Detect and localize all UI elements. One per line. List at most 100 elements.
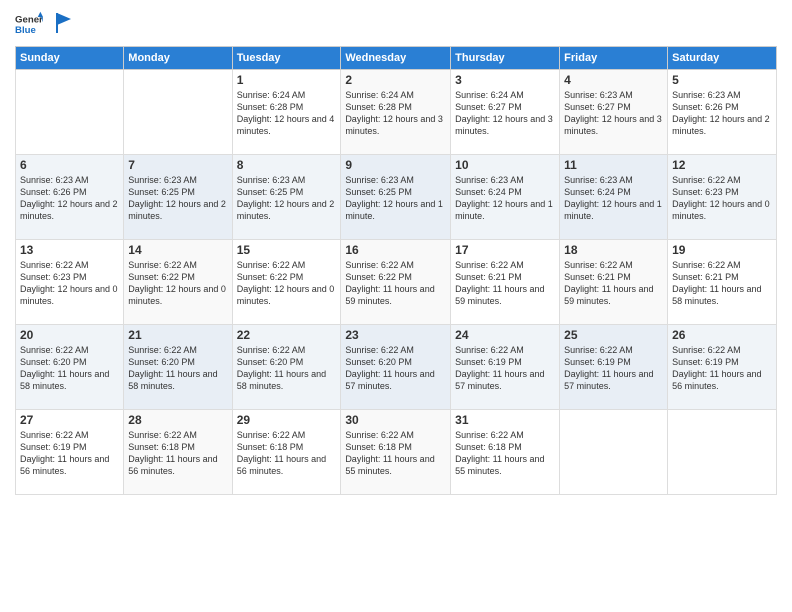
weekday-header-sunday: Sunday bbox=[16, 47, 124, 70]
logo-flag-icon bbox=[55, 11, 73, 33]
day-number: 1 bbox=[237, 73, 337, 87]
day-number: 29 bbox=[237, 413, 337, 427]
day-number: 13 bbox=[20, 243, 119, 257]
day-info: Sunrise: 6:23 AM Sunset: 6:24 PM Dayligh… bbox=[455, 174, 555, 223]
calendar-cell: 11 Sunrise: 6:23 AM Sunset: 6:24 PM Dayli… bbox=[560, 155, 668, 240]
calendar-cell bbox=[124, 70, 232, 155]
day-info: Sunrise: 6:22 AM Sunset: 6:23 PM Dayligh… bbox=[20, 259, 119, 308]
calendar-cell: 18Sunrise: 6:22 AM Sunset: 6:21 PM Dayli… bbox=[560, 240, 668, 325]
calendar-cell: 24Sunrise: 6:22 AM Sunset: 6:19 PM Dayli… bbox=[451, 325, 560, 410]
calendar-cell: 7 Sunrise: 6:23 AM Sunset: 6:25 PM Daylig… bbox=[124, 155, 232, 240]
day-info: Sunrise: 6:22 AM Sunset: 6:18 PM Dayligh… bbox=[237, 429, 337, 478]
day-info: Sunrise: 6:22 AM Sunset: 6:19 PM Dayligh… bbox=[564, 344, 663, 393]
day-info: Sunrise: 6:22 AM Sunset: 6:21 PM Dayligh… bbox=[455, 259, 555, 308]
calendar-cell: 30 Sunrise: 6:22 AM Sunset: 6:18 PM Dayli… bbox=[341, 410, 451, 495]
day-number: 19 bbox=[672, 243, 772, 257]
day-number: 9 bbox=[345, 158, 446, 172]
day-info: Sunrise: 6:22 AM Sunset: 6:18 PM Dayligh… bbox=[128, 429, 227, 478]
day-info: Sunrise: 6:22 AM Sunset: 6:19 PM Dayligh… bbox=[672, 344, 772, 393]
day-number: 18 bbox=[564, 243, 663, 257]
day-info: Sunrise: 6:22 AM Sunset: 6:20 PM Dayligh… bbox=[128, 344, 227, 393]
calendar-cell: 6Sunrise: 6:23 AM Sunset: 6:26 PM Daylig… bbox=[16, 155, 124, 240]
day-info: Sunrise: 6:22 AM Sunset: 6:21 PM Dayligh… bbox=[672, 259, 772, 308]
calendar-page: General Blue SundayMondayTuesdayWednesda… bbox=[0, 0, 792, 612]
day-info: Sunrise: 6:22 AM Sunset: 6:20 PM Dayligh… bbox=[237, 344, 337, 393]
day-number: 26 bbox=[672, 328, 772, 342]
weekday-header-wednesday: Wednesday bbox=[341, 47, 451, 70]
calendar-cell: 28 Sunrise: 6:22 AM Sunset: 6:18 PM Dayli… bbox=[124, 410, 232, 495]
day-number: 15 bbox=[237, 243, 337, 257]
day-number: 6 bbox=[20, 158, 119, 172]
day-number: 30 bbox=[345, 413, 446, 427]
day-number: 8 bbox=[237, 158, 337, 172]
day-info: Sunrise: 6:22 AM Sunset: 6:18 PM Dayligh… bbox=[455, 429, 555, 478]
day-number: 11 bbox=[564, 158, 663, 172]
calendar-week-row: 13 Sunrise: 6:22 AM Sunset: 6:23 PM Dayli… bbox=[16, 240, 777, 325]
day-info: Sunrise: 6:22 AM Sunset: 6:22 PM Dayligh… bbox=[128, 259, 227, 308]
calendar-cell: 13 Sunrise: 6:22 AM Sunset: 6:23 PM Dayli… bbox=[16, 240, 124, 325]
day-number: 3 bbox=[455, 73, 555, 87]
calendar-cell: 1 Sunrise: 6:24 AM Sunset: 6:28 PM Daylig… bbox=[232, 70, 341, 155]
day-info: Sunrise: 6:24 AM Sunset: 6:28 PM Dayligh… bbox=[345, 89, 446, 138]
calendar-cell bbox=[560, 410, 668, 495]
day-info: Sunrise: 6:23 AM Sunset: 6:24 PM Dayligh… bbox=[564, 174, 663, 223]
day-number: 12 bbox=[672, 158, 772, 172]
calendar-cell: 16Sunrise: 6:22 AM Sunset: 6:22 PM Dayli… bbox=[341, 240, 451, 325]
day-number: 10 bbox=[455, 158, 555, 172]
day-info: Sunrise: 6:23 AM Sunset: 6:25 PM Dayligh… bbox=[345, 174, 446, 223]
calendar-cell: 21 Sunrise: 6:22 AM Sunset: 6:20 PM Dayli… bbox=[124, 325, 232, 410]
calendar-table: SundayMondayTuesdayWednesdayThursdayFrid… bbox=[15, 46, 777, 495]
calendar-cell bbox=[668, 410, 777, 495]
calendar-cell: 12 Sunrise: 6:22 AM Sunset: 6:23 PM Dayli… bbox=[668, 155, 777, 240]
day-info: Sunrise: 6:22 AM Sunset: 6:18 PM Dayligh… bbox=[345, 429, 446, 478]
weekday-header-monday: Monday bbox=[124, 47, 232, 70]
day-number: 27 bbox=[20, 413, 119, 427]
day-number: 31 bbox=[455, 413, 555, 427]
weekday-header-thursday: Thursday bbox=[451, 47, 560, 70]
weekday-header-row: SundayMondayTuesdayWednesdayThursdayFrid… bbox=[16, 47, 777, 70]
logo: General Blue bbox=[15, 10, 73, 38]
logo-icon: General Blue bbox=[15, 10, 43, 38]
header: General Blue bbox=[15, 10, 777, 38]
day-info: Sunrise: 6:23 AM Sunset: 6:25 PM Dayligh… bbox=[128, 174, 227, 223]
calendar-cell: 31 Sunrise: 6:22 AM Sunset: 6:18 PM Dayli… bbox=[451, 410, 560, 495]
calendar-cell: 10 Sunrise: 6:23 AM Sunset: 6:24 PM Dayli… bbox=[451, 155, 560, 240]
calendar-cell: 8Sunrise: 6:23 AM Sunset: 6:25 PM Daylig… bbox=[232, 155, 341, 240]
weekday-header-saturday: Saturday bbox=[668, 47, 777, 70]
day-number: 7 bbox=[128, 158, 227, 172]
calendar-cell: 2Sunrise: 6:24 AM Sunset: 6:28 PM Daylig… bbox=[341, 70, 451, 155]
calendar-cell bbox=[16, 70, 124, 155]
calendar-cell: 29 Sunrise: 6:22 AM Sunset: 6:18 PM Dayli… bbox=[232, 410, 341, 495]
day-number: 20 bbox=[20, 328, 119, 342]
day-number: 28 bbox=[128, 413, 227, 427]
day-number: 23 bbox=[345, 328, 446, 342]
day-number: 14 bbox=[128, 243, 227, 257]
calendar-cell: 23Sunrise: 6:22 AM Sunset: 6:20 PM Dayli… bbox=[341, 325, 451, 410]
weekday-header-tuesday: Tuesday bbox=[232, 47, 341, 70]
day-info: Sunrise: 6:22 AM Sunset: 6:19 PM Dayligh… bbox=[20, 429, 119, 478]
day-number: 21 bbox=[128, 328, 227, 342]
day-info: Sunrise: 6:24 AM Sunset: 6:28 PM Dayligh… bbox=[237, 89, 337, 138]
day-number: 22 bbox=[237, 328, 337, 342]
day-number: 5 bbox=[672, 73, 772, 87]
calendar-cell: 5 Sunrise: 6:23 AM Sunset: 6:26 PM Daylig… bbox=[668, 70, 777, 155]
day-info: Sunrise: 6:22 AM Sunset: 6:22 PM Dayligh… bbox=[237, 259, 337, 308]
day-info: Sunrise: 6:23 AM Sunset: 6:26 PM Dayligh… bbox=[672, 89, 772, 138]
day-info: Sunrise: 6:22 AM Sunset: 6:23 PM Dayligh… bbox=[672, 174, 772, 223]
calendar-cell: 19 Sunrise: 6:22 AM Sunset: 6:21 PM Dayli… bbox=[668, 240, 777, 325]
day-number: 17 bbox=[455, 243, 555, 257]
day-number: 25 bbox=[564, 328, 663, 342]
calendar-week-row: 6Sunrise: 6:23 AM Sunset: 6:26 PM Daylig… bbox=[16, 155, 777, 240]
calendar-cell: 27 Sunrise: 6:22 AM Sunset: 6:19 PM Dayli… bbox=[16, 410, 124, 495]
calendar-cell: 17 Sunrise: 6:22 AM Sunset: 6:21 PM Dayli… bbox=[451, 240, 560, 325]
day-number: 16 bbox=[345, 243, 446, 257]
weekday-header-friday: Friday bbox=[560, 47, 668, 70]
day-info: Sunrise: 6:23 AM Sunset: 6:27 PM Dayligh… bbox=[564, 89, 663, 138]
calendar-cell: 3Sunrise: 6:24 AM Sunset: 6:27 PM Daylig… bbox=[451, 70, 560, 155]
calendar-week-row: 27 Sunrise: 6:22 AM Sunset: 6:19 PM Dayli… bbox=[16, 410, 777, 495]
calendar-cell: 4Sunrise: 6:23 AM Sunset: 6:27 PM Daylig… bbox=[560, 70, 668, 155]
calendar-cell: 22 Sunrise: 6:22 AM Sunset: 6:20 PM Dayli… bbox=[232, 325, 341, 410]
calendar-cell: 25 Sunrise: 6:22 AM Sunset: 6:19 PM Dayli… bbox=[560, 325, 668, 410]
day-info: Sunrise: 6:22 AM Sunset: 6:19 PM Dayligh… bbox=[455, 344, 555, 393]
calendar-week-row: 1 Sunrise: 6:24 AM Sunset: 6:28 PM Daylig… bbox=[16, 70, 777, 155]
